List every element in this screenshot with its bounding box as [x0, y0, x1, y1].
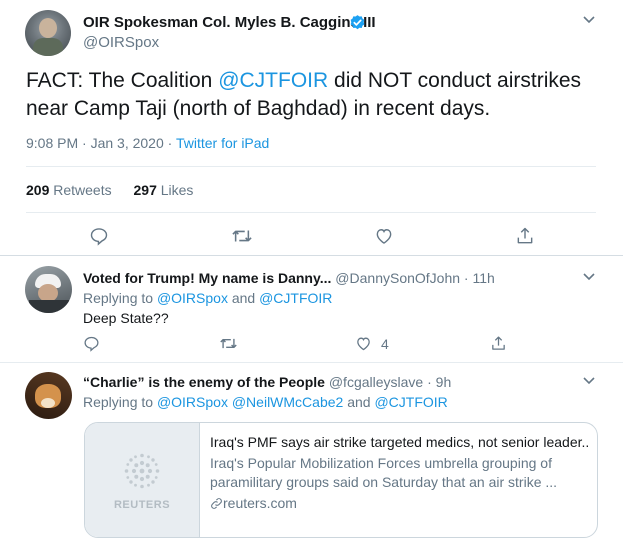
reply-avatar[interactable]	[25, 372, 72, 419]
reply-header: “Charlie” is the enemy of the People @fc…	[83, 374, 451, 390]
retweets-count: 209	[26, 182, 50, 198]
reply-author-handle[interactable]: @fcgalleyslave	[329, 374, 423, 390]
verified-badge-icon	[349, 14, 366, 31]
link-icon	[210, 496, 223, 515]
replying-and: and	[227, 290, 260, 306]
likes-count: 297	[133, 182, 157, 198]
like-count: 4	[381, 336, 389, 352]
chevron-down-icon[interactable]	[583, 377, 595, 385]
retweet-icon[interactable]	[219, 335, 238, 352]
card-thumbnail: REUTERS	[85, 423, 200, 537]
reply-header: Voted for Trump! My name is Danny... @Da…	[83, 270, 495, 286]
reuters-logo-icon	[122, 451, 162, 491]
mention-link[interactable]: @CJTFOIR	[218, 69, 328, 92]
card-title: Iraq's PMF says air strike targeted medi…	[210, 434, 590, 450]
like-icon[interactable]	[374, 226, 394, 246]
chevron-down-icon[interactable]	[583, 273, 595, 281]
card-description: Iraq's Popular Mobilization Forces umbre…	[210, 455, 558, 490]
tweet-stats: 209 Retweets 297 Likes	[26, 182, 193, 198]
reply-icon[interactable]	[89, 226, 109, 246]
section-divider	[0, 362, 623, 363]
author-handle[interactable]: @OIRSpox	[83, 34, 159, 51]
card-domain-row: reuters.com	[210, 494, 590, 515]
tweet-source[interactable]: Twitter for iPad	[176, 135, 269, 151]
replying-to: Replying to @OIRSpox and @CJTFOIR	[83, 290, 332, 306]
reply-time[interactable]: · 11h	[464, 270, 495, 286]
tweet-text-prefix: FACT: The Coalition	[26, 69, 219, 92]
retweet-icon[interactable]	[231, 226, 253, 246]
chevron-down-icon[interactable]	[583, 16, 595, 24]
share-icon[interactable]	[515, 226, 535, 246]
replying-mention[interactable]: @OIRSpox	[157, 290, 228, 306]
reply-time[interactable]: · 9h	[427, 374, 451, 390]
author-name[interactable]: OIR Spokesman Col. Myles B. Caggins III	[83, 14, 376, 31]
share-icon[interactable]	[490, 335, 507, 352]
reply-icon[interactable]	[83, 335, 100, 352]
replying-mention[interactable]: @NeilWMcCabe2	[232, 394, 343, 410]
tweet-text: FACT: The Coalition @CJTFOIR did NOT con…	[26, 67, 606, 123]
section-divider	[0, 255, 623, 256]
replying-mention[interactable]: @OIRSpox	[157, 394, 228, 410]
tweet-timestamp[interactable]: 9:08 PM · Jan 3, 2020	[26, 135, 164, 151]
replying-to-label: Replying to	[83, 394, 157, 410]
replying-to-label: Replying to	[83, 290, 157, 306]
reply-author-name[interactable]: Voted for Trump! My name is Danny...	[83, 270, 331, 286]
like-icon[interactable]	[355, 335, 372, 352]
reply-text: Deep State??	[83, 310, 169, 326]
meta-separator: ·	[163, 135, 176, 151]
reply-author-name[interactable]: “Charlie” is the enemy of the People	[83, 374, 325, 390]
likes-stat[interactable]: 297 Likes	[134, 182, 194, 198]
retweets-stat[interactable]: 209 Retweets	[26, 182, 112, 198]
reply-avatar[interactable]	[25, 266, 72, 313]
divider	[26, 212, 596, 213]
card-thumb-label: REUTERS	[113, 499, 171, 511]
replying-mention[interactable]: @CJTFOIR	[374, 394, 447, 410]
retweets-label: Retweets	[53, 182, 112, 198]
reply-author-handle[interactable]: @DannySonOfJohn	[335, 270, 460, 286]
card-domain: reuters.com	[223, 495, 297, 511]
replying-mention[interactable]: @CJTFOIR	[259, 290, 332, 306]
replying-to: Replying to @OIRSpox @NeilWMcCabe2 and @…	[83, 394, 448, 410]
link-preview-card[interactable]: REUTERS Iraq's PMF says air strike targe…	[84, 422, 598, 538]
tweet-meta: 9:08 PM · Jan 3, 2020 · Twitter for iPad	[26, 135, 269, 151]
author-avatar[interactable]	[25, 10, 71, 56]
divider	[26, 166, 596, 167]
replying-and: and	[343, 394, 375, 410]
likes-label: Likes	[160, 182, 194, 198]
